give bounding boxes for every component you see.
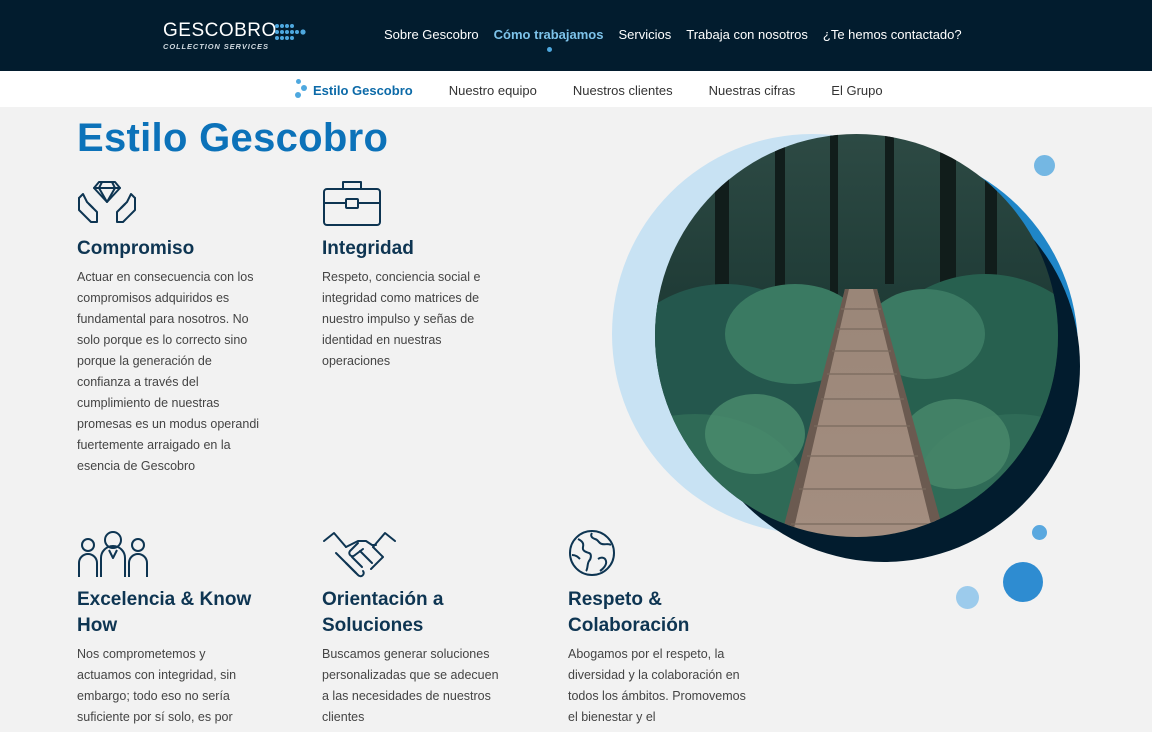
value-title: Respeto & Colaboración xyxy=(568,589,690,636)
decor-dot-light xyxy=(956,586,979,609)
forest-boardwalk-photo xyxy=(655,134,1058,537)
subnav-nuestras-cifras[interactable]: Nuestras cifras xyxy=(709,83,796,98)
page-title: Estilo Gescobro xyxy=(77,116,389,160)
value-description: Nos comprometemos y actuamos con integri… xyxy=(77,647,237,724)
nav-servicios[interactable]: Servicios xyxy=(618,27,671,42)
logo-dots-icon xyxy=(275,24,306,40)
nav-trabaja-con-nosotros[interactable]: Trabaja con nosotros xyxy=(686,27,808,42)
briefcase-icon xyxy=(323,181,381,226)
value-title: Compromiso xyxy=(77,238,195,259)
value-title: Integridad xyxy=(322,238,414,259)
logo-wordmark: GESCOBRO xyxy=(163,20,277,41)
top-navigation-bar: GESCOBRO COLLECTION SERVICES Sobre Gesco… xyxy=(0,0,1152,71)
decor-dot-large xyxy=(1003,562,1043,602)
nav-te-hemos-contactado[interactable]: ¿Te hemos contactado? xyxy=(823,27,962,42)
hands-diamond-icon xyxy=(78,181,136,223)
subnav-el-grupo[interactable]: El Grupo xyxy=(831,83,882,98)
value-description: Actuar en consecuencia con los compromis… xyxy=(77,270,260,473)
value-card-compromiso: Compromiso Actuar en consecuencia con lo… xyxy=(77,178,267,477)
subnav-nuestros-clientes[interactable]: Nuestros clientes xyxy=(573,83,673,98)
nav-sobre-gescobro[interactable]: Sobre Gescobro xyxy=(384,27,479,42)
sub-nav: Estilo Gescobro Nuestro equipo Nuestros … xyxy=(293,79,919,99)
nav-como-trabajamos[interactable]: Cómo trabajamos xyxy=(494,27,603,52)
globe-icon xyxy=(569,530,615,576)
subnav-nuestro-equipo[interactable]: Nuestro equipo xyxy=(449,83,537,98)
value-description: Respeto, conciencia social e integridad … xyxy=(322,270,481,368)
subnav-estilo-gescobro[interactable]: Estilo Gescobro xyxy=(313,83,413,98)
logo-tagline: COLLECTION SERVICES xyxy=(163,42,269,51)
decor-dot-small xyxy=(1034,155,1055,176)
gescobro-logo[interactable]: GESCOBRO COLLECTION SERVICES xyxy=(163,20,306,51)
value-card-respeto: Respeto & Colaboración Abogamos por el r… xyxy=(568,529,753,728)
value-title: Excelencia & Know How xyxy=(77,589,252,636)
value-card-excelencia: Excelencia & Know How Nos comprometemos … xyxy=(77,529,257,728)
value-card-integridad: Integridad Respeto, conciencia social e … xyxy=(322,178,502,372)
active-dots-icon xyxy=(293,79,307,99)
decor-dot-tiny xyxy=(1032,525,1047,540)
handshake-icon xyxy=(323,532,396,578)
value-title: Orientación a Soluciones xyxy=(322,589,444,636)
value-description: Buscamos generar soluciones personalizad… xyxy=(322,647,499,724)
sub-navigation-bar: Estilo Gescobro Nuestro equipo Nuestros … xyxy=(0,71,1152,107)
value-description: Abogamos por el respeto, la diversidad y… xyxy=(568,647,746,724)
team-people-icon xyxy=(78,531,148,577)
value-card-orientacion: Orientación a Soluciones Buscamos genera… xyxy=(322,529,507,728)
main-nav: Sobre Gescobro Cómo trabajamos Servicios… xyxy=(384,27,977,52)
